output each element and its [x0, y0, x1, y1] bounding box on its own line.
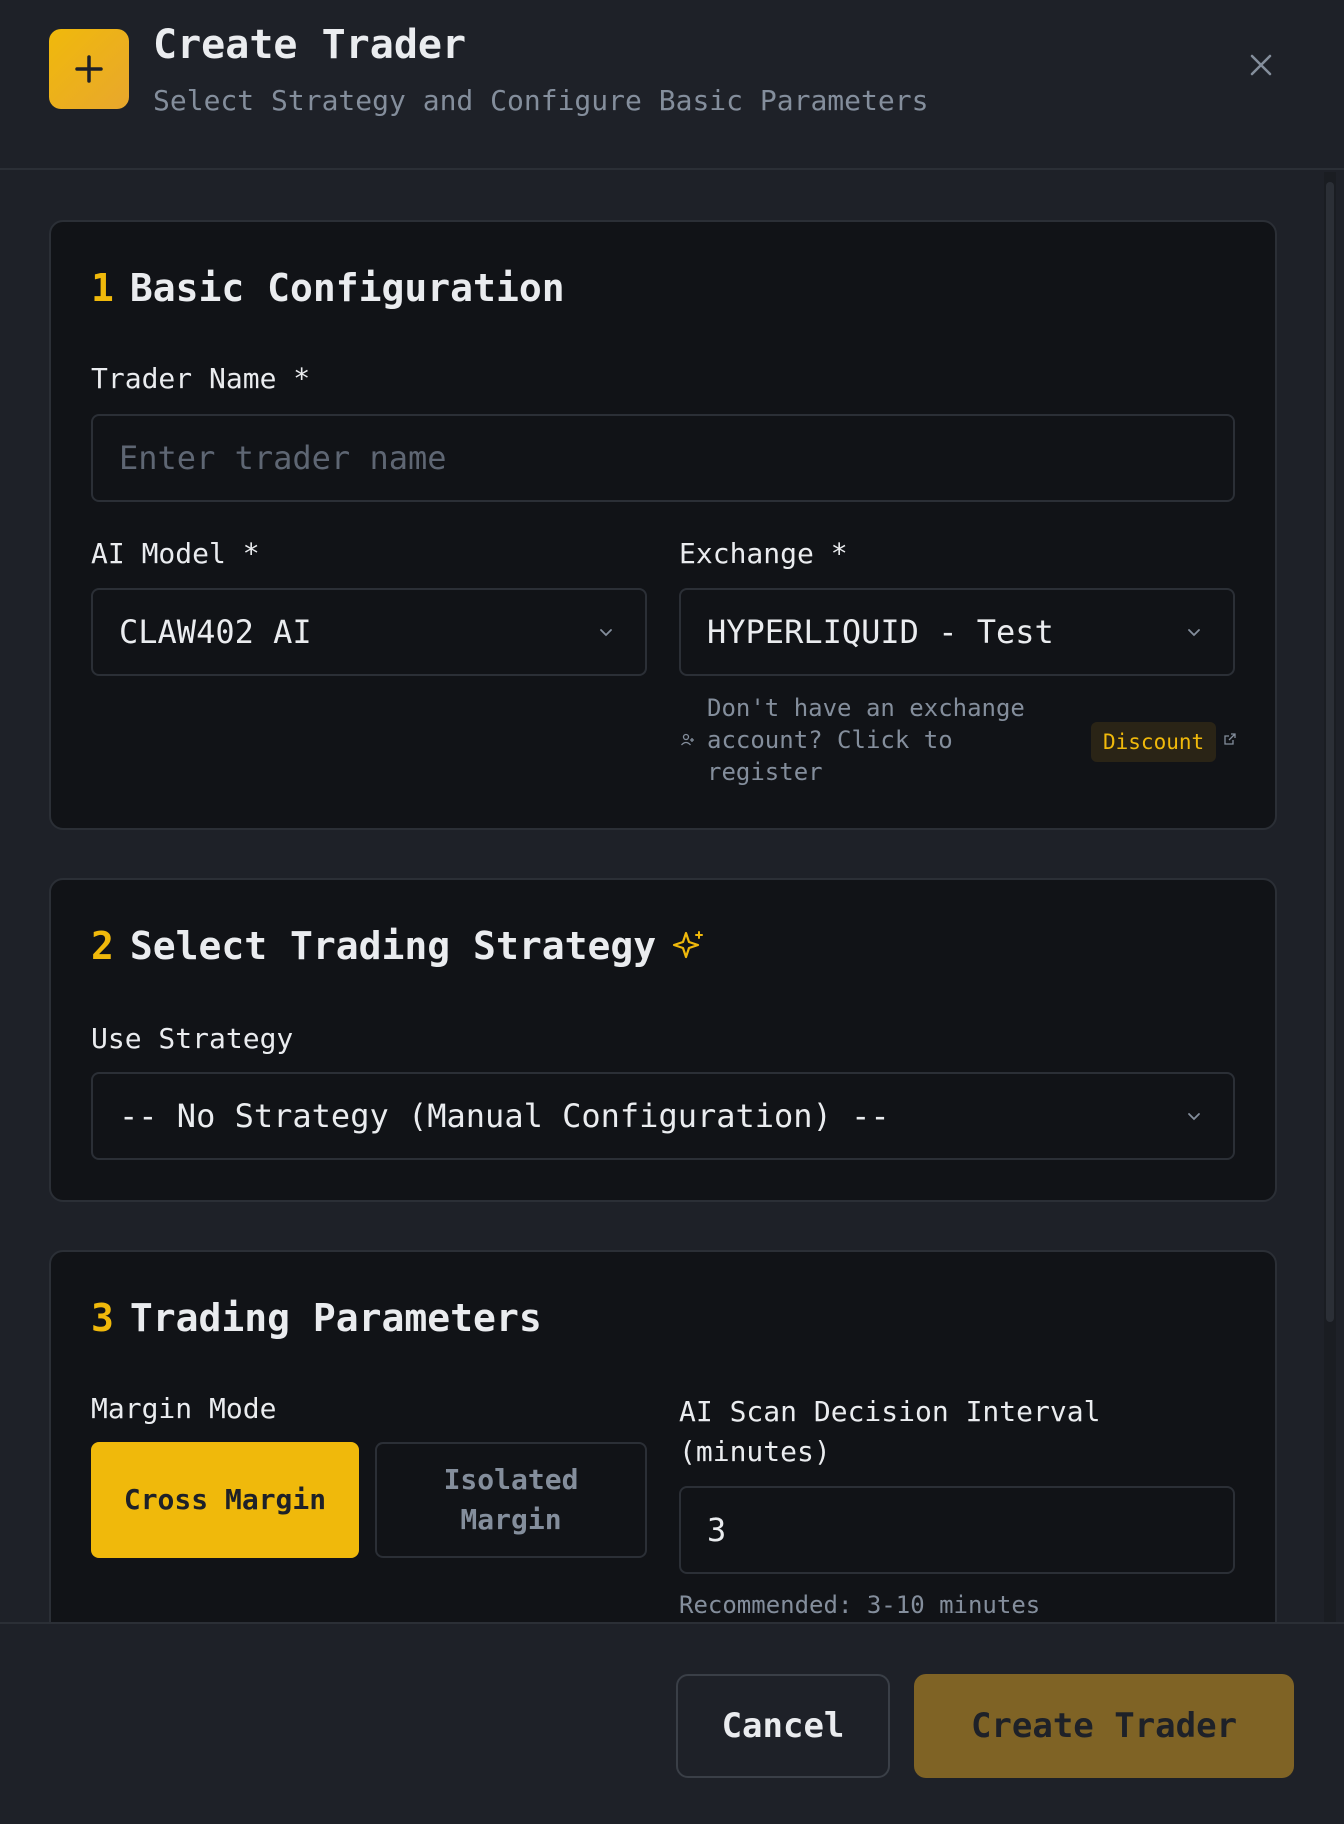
isolated-margin-label: Isolated — [443, 1463, 579, 1496]
plus-icon — [49, 29, 129, 109]
section-number: 2 — [91, 924, 114, 968]
ai-model-select[interactable]: CLAW402 AI — [91, 588, 647, 676]
chevron-down-icon — [1188, 629, 1200, 637]
isolated-margin-button[interactable]: Isolated Margin — [375, 1442, 647, 1558]
trader-name-input[interactable]: Enter trader name — [91, 414, 1235, 502]
scan-interval-label-line: (minutes) — [679, 1435, 831, 1468]
ai-model-label: AI Model * — [91, 537, 260, 570]
register-hint-line: register — [707, 758, 823, 786]
trading-parameters-card: 3 Trading Parameters Margin Mode Cross M… — [49, 1250, 1277, 1622]
section-title-text: Basic Configuration — [129, 266, 565, 310]
exchange-select[interactable]: HYPERLIQUID - Test — [679, 588, 1235, 676]
scan-interval-input[interactable]: 3 — [679, 1486, 1235, 1574]
user-plus-icon — [681, 733, 694, 746]
scan-interval-label: AI Scan Decision Interval (minutes) — [679, 1392, 1100, 1472]
create-trader-button[interactable]: Create Trader — [914, 1674, 1294, 1778]
discount-badge[interactable]: Discount — [1091, 722, 1217, 762]
register-hint-line: Don't have an exchange — [707, 694, 1025, 722]
cross-margin-button[interactable]: Cross Margin — [91, 1442, 359, 1558]
register-hint-link[interactable]: Don't have an exchange account? Click to… — [707, 692, 1025, 788]
modal-footer: Cancel Create Trader — [0, 1622, 1344, 1824]
exchange-label: Exchange * — [679, 537, 848, 570]
section-title-text: Trading Parameters — [129, 1296, 542, 1340]
create-trader-modal: Create Trader Select Strategy and Config… — [0, 0, 1344, 1824]
strategy-select[interactable]: -- No Strategy (Manual Configuration) -- — [91, 1072, 1235, 1160]
register-hint-line: account? Click to — [707, 726, 953, 754]
section-title-text: Select Trading Strategy — [129, 924, 657, 968]
scrollbar[interactable] — [1324, 172, 1336, 1622]
modal-body: 1 Basic Configuration Trader Name * Ente… — [0, 172, 1344, 1622]
scan-interval-label-line: AI Scan Decision Interval — [679, 1395, 1101, 1428]
margin-mode-label: Margin Mode — [91, 1392, 277, 1425]
use-strategy-label: Use Strategy — [91, 1022, 294, 1055]
external-link-icon[interactable] — [1223, 732, 1237, 746]
chevron-down-icon — [1188, 1113, 1200, 1121]
sparkles-icon — [672, 931, 704, 959]
trading-strategy-card: 2 Select Trading Strategy Use Strategy -… — [49, 878, 1277, 1202]
strategy-value: -- No Strategy (Manual Configuration) -- — [119, 1097, 890, 1135]
basic-configuration-card: 1 Basic Configuration Trader Name * Ente… — [49, 220, 1277, 830]
modal-header: Create Trader Select Strategy and Config… — [0, 0, 1344, 170]
ai-model-value: CLAW402 AI — [119, 613, 312, 651]
scrollbar-thumb[interactable] — [1326, 182, 1334, 1322]
section-title: 2 Select Trading Strategy — [91, 924, 706, 968]
modal-title: Create Trader — [153, 22, 467, 68]
isolated-margin-label: Margin — [460, 1503, 562, 1536]
section-number: 1 — [91, 266, 114, 310]
section-title: 3 Trading Parameters — [91, 1296, 542, 1340]
scan-interval-hint: Recommended: 3-10 minutes — [679, 1591, 1041, 1619]
section-title: 1 Basic Configuration — [91, 266, 565, 310]
modal-subtitle: Select Strategy and Configure Basic Para… — [153, 84, 929, 117]
trader-name-label: Trader Name * — [91, 362, 311, 395]
close-icon[interactable] — [1246, 50, 1276, 80]
cancel-button[interactable]: Cancel — [676, 1674, 890, 1778]
chevron-down-icon — [600, 629, 612, 637]
exchange-value: HYPERLIQUID - Test — [707, 613, 1054, 651]
section-number: 3 — [91, 1296, 114, 1340]
